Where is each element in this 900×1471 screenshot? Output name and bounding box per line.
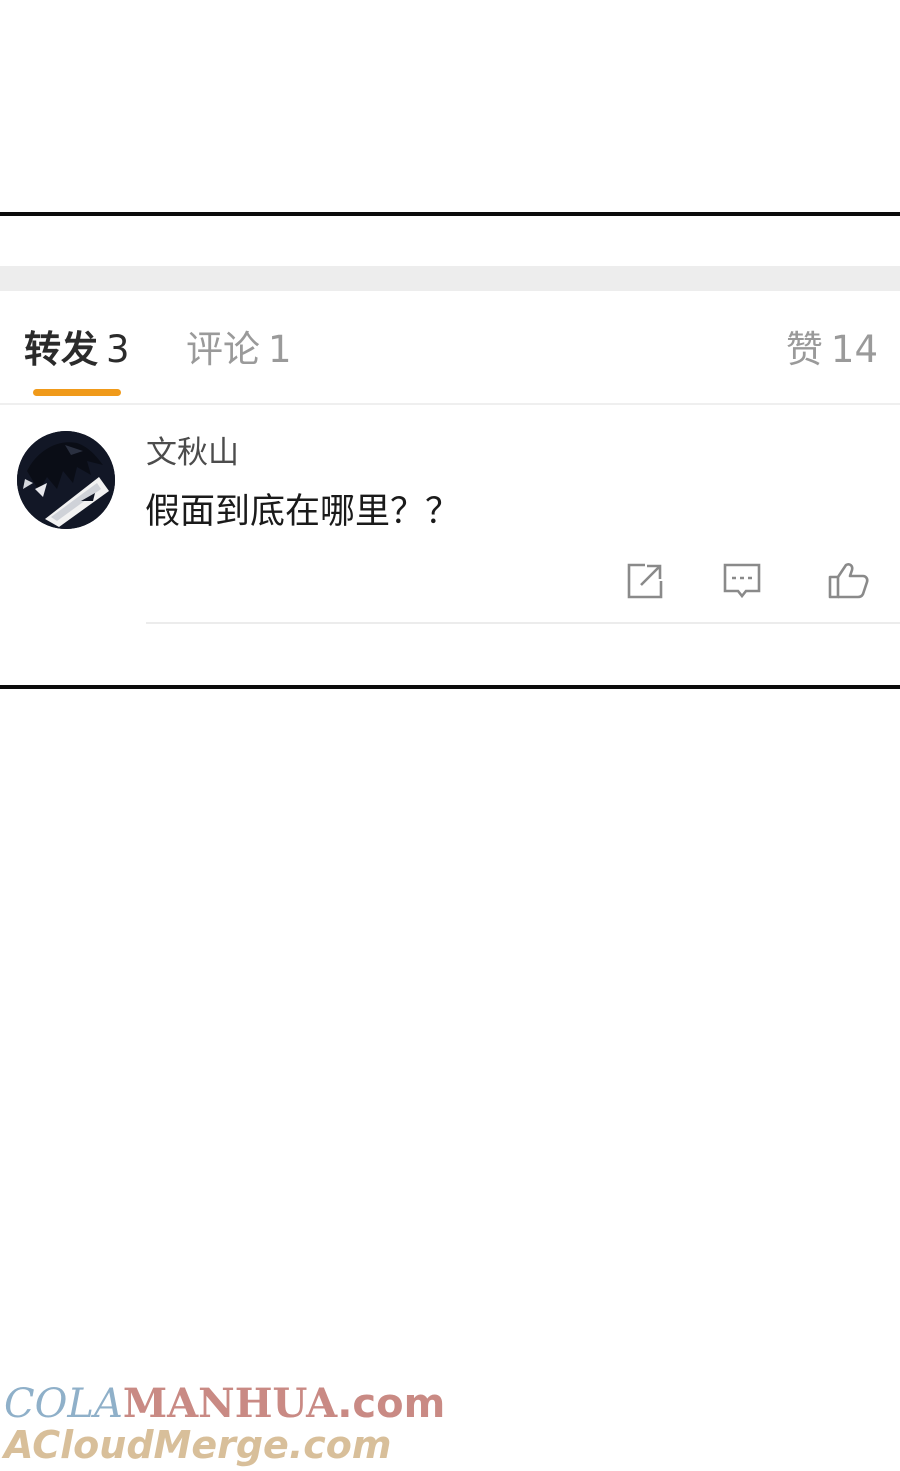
share-icon	[627, 563, 663, 599]
comment-divider	[146, 622, 900, 624]
thumbs-up-icon	[828, 563, 869, 599]
reply-button[interactable]	[720, 559, 764, 603]
active-tab-indicator	[33, 389, 121, 396]
watermark-part-manhua: MANHUA	[122, 1380, 338, 1427]
tab-reposts-count: 3	[106, 328, 130, 371]
tab-reposts-label: 转发	[24, 328, 98, 371]
like-button[interactable]	[826, 559, 870, 603]
panel-border-bottom	[0, 685, 900, 689]
watermark-part-cola: COLA	[4, 1381, 123, 1427]
tab-comments-label: 评论	[186, 328, 260, 371]
tabs-divider	[0, 403, 900, 405]
panel-border-top	[0, 212, 900, 216]
tab-likes[interactable]: 赞 14	[786, 326, 878, 374]
comment-text: 假面到底在哪里？？	[145, 492, 461, 532]
watermark-part-com: .com	[337, 1381, 446, 1427]
tab-likes-label: 赞	[785, 328, 823, 371]
comment-username[interactable]: 文秋山	[146, 432, 239, 474]
watermark-acloudmerge: ACloudMerge.com	[4, 1423, 392, 1467]
avatar[interactable]	[17, 431, 115, 529]
section-separator	[0, 266, 900, 291]
comment-bubble-icon	[723, 563, 761, 599]
tab-comments[interactable]: 评论 1	[186, 326, 292, 374]
watermark-colamanhua: COLAMANHUA.com	[4, 1380, 445, 1428]
share-button[interactable]	[623, 559, 667, 603]
avatar-image	[17, 431, 115, 529]
tab-likes-count: 14	[830, 328, 878, 371]
tab-comments-count: 1	[268, 328, 292, 371]
tab-reposts[interactable]: 转发 3	[24, 326, 130, 374]
